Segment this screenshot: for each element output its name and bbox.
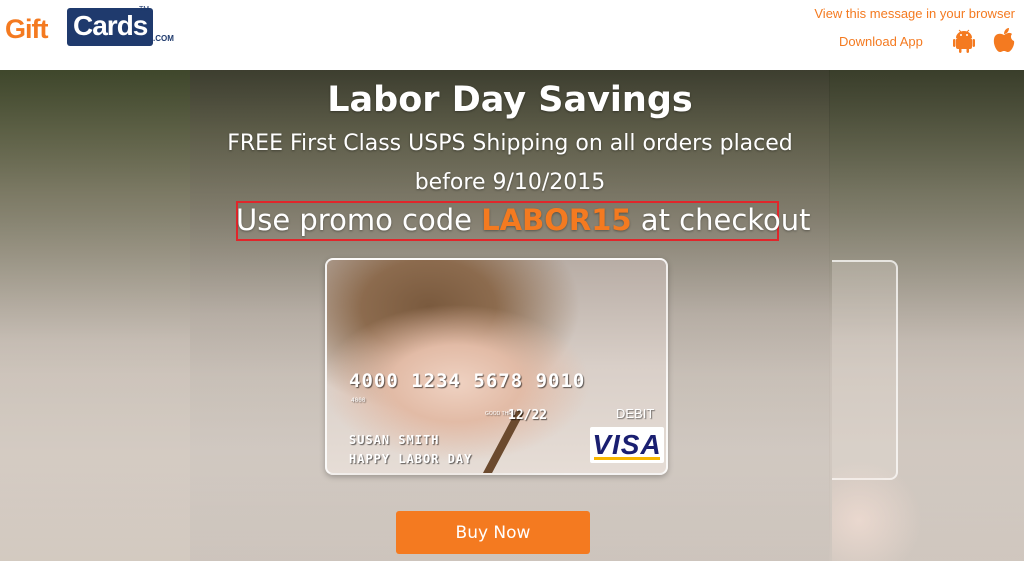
android-icon[interactable] bbox=[953, 29, 975, 53]
buy-now-button[interactable]: Buy Now bbox=[396, 511, 590, 554]
hero-subline-date: before 9/10/2015 bbox=[414, 170, 606, 195]
background-photo-left bbox=[0, 70, 190, 561]
card-number: 4000 1234 5678 9010 bbox=[349, 370, 586, 392]
view-in-browser-link[interactable]: View this message in your browser bbox=[814, 6, 1015, 21]
visa-logo: VISA bbox=[590, 427, 664, 463]
card-message: HAPPY LABOR DAY bbox=[349, 452, 473, 466]
promo-code-line: Use promo code LABOR15 at checkout bbox=[236, 203, 811, 237]
card-expiry: 12/22 bbox=[508, 408, 548, 423]
logo-gift-text: Gift bbox=[5, 14, 48, 44]
promo-code: LABOR15 bbox=[481, 203, 632, 237]
card-debit-label: DEBIT bbox=[616, 406, 655, 421]
logo-tm-text: TM bbox=[139, 6, 150, 13]
visa-stripe bbox=[594, 457, 660, 460]
promo-hero: Labor Day Savings FREE First Class USPS … bbox=[0, 70, 1024, 561]
promo-prefix: Use promo code bbox=[236, 203, 482, 237]
download-app-label: Download App bbox=[839, 34, 923, 49]
background-face-blur bbox=[832, 460, 922, 561]
logo-com-text: .COM bbox=[153, 34, 174, 43]
hero-headline: Labor Day Savings bbox=[327, 80, 693, 120]
hero-subline-shipping: FREE First Class USPS Shipping on all or… bbox=[227, 131, 793, 156]
promo-suffix: at checkout bbox=[631, 203, 811, 237]
gift-card-image[interactable]: 4000 1234 5678 9010 4000 GOOD THRU 12/22… bbox=[325, 258, 668, 475]
card-holder-name: SUSAN SMITH bbox=[349, 433, 440, 447]
giftcards-logo[interactable]: Gift Cards TM .COM bbox=[5, 6, 175, 54]
apple-icon[interactable] bbox=[992, 27, 1016, 53]
background-card-edge bbox=[832, 260, 898, 480]
email-header: Gift Cards TM .COM View this message in … bbox=[0, 0, 1024, 70]
logo-cards-text: Cards bbox=[67, 8, 154, 46]
card-small-digits: 4000 bbox=[351, 397, 366, 404]
